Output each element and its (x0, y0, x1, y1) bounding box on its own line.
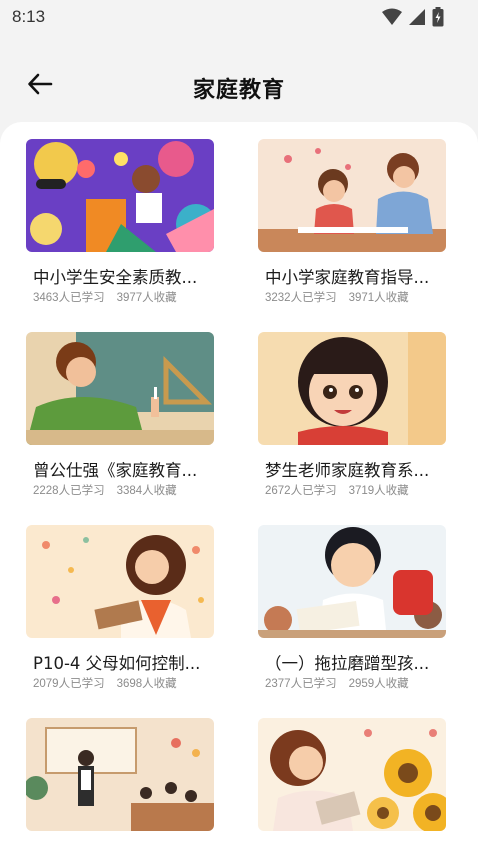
course-stats: 2377人已学习 2959人收藏 (265, 675, 409, 691)
favorite-count: 3977人收藏 (116, 292, 177, 304)
status-icons (382, 7, 444, 27)
children-playing-illustration (26, 139, 214, 252)
course-card[interactable] (258, 718, 446, 850)
course-title: 梦生老师家庭教育系... (265, 461, 430, 480)
learner-count: 2228人已学习 (33, 485, 105, 497)
course-title: （一）拖拉磨蹭型孩... (265, 654, 430, 673)
status-bar: 8:13 (0, 0, 478, 34)
boy-writing-illustration (258, 525, 446, 638)
course-card[interactable]: 中小学家庭教育指导... 3232人已学习 3971人收藏 (258, 139, 446, 309)
course-card[interactable] (26, 718, 214, 850)
course-card[interactable]: 中小学生安全素质教... 3463人已学习 3977人收藏 (26, 139, 214, 309)
teacher-at-blackboard-illustration (26, 332, 214, 445)
course-list-panel[interactable]: 中小学生安全素质教... 3463人已学习 3977人收藏 中小学家庭教育指导.… (0, 122, 478, 850)
favorite-count: 3719人收藏 (348, 485, 409, 497)
course-stats: 2079人已学习 3698人收藏 (33, 675, 177, 691)
status-time: 8:13 (12, 7, 46, 26)
course-title: 中小学生安全素质教... (33, 268, 198, 287)
course-title: P10-4 父母如何控制... (33, 654, 201, 673)
favorite-count: 2959人收藏 (348, 678, 409, 690)
course-card[interactable]: （一）拖拉磨蹭型孩... 2377人已学习 2959人收藏 (258, 525, 446, 695)
course-stats: 2228人已学习 3384人收藏 (33, 482, 177, 498)
battery-icon (432, 7, 444, 27)
woman-with-sunflowers-illustration (258, 718, 446, 831)
course-stats: 3232人已学习 3971人收藏 (265, 289, 409, 305)
learner-count: 3463人已学习 (33, 292, 105, 304)
learner-count: 2672人已学习 (265, 485, 337, 497)
learner-count: 3232人已学习 (265, 292, 337, 304)
signal-icon (408, 8, 426, 26)
page-title: 家庭教育 (192, 78, 285, 103)
favorite-count: 3384人收藏 (116, 485, 177, 497)
learner-count: 2377人已学习 (265, 678, 337, 690)
mother-and-son-illustration (258, 139, 446, 252)
woman-with-book-illustration (26, 525, 214, 638)
course-title: 中小学家庭教育指导... (265, 268, 430, 287)
course-card[interactable]: 曾公仕强《家庭教育... 2228人已学习 3384人收藏 (26, 332, 214, 502)
classroom-illustration (26, 718, 214, 831)
learner-count: 2079人已学习 (33, 678, 105, 690)
smiling-girl-illustration (258, 332, 446, 445)
app-header: 家庭教育 (0, 58, 478, 114)
favorite-count: 3698人收藏 (116, 678, 177, 690)
course-card[interactable]: 梦生老师家庭教育系... 2672人已学习 3719人收藏 (258, 332, 446, 502)
wifi-icon (382, 8, 402, 26)
course-title: 曾公仕强《家庭教育... (33, 461, 198, 480)
course-stats: 3463人已学习 3977人收藏 (33, 289, 177, 305)
course-card[interactable]: P10-4 父母如何控制... 2079人已学习 3698人收藏 (26, 525, 214, 695)
favorite-count: 3971人收藏 (348, 292, 409, 304)
course-stats: 2672人已学习 3719人收藏 (265, 482, 409, 498)
